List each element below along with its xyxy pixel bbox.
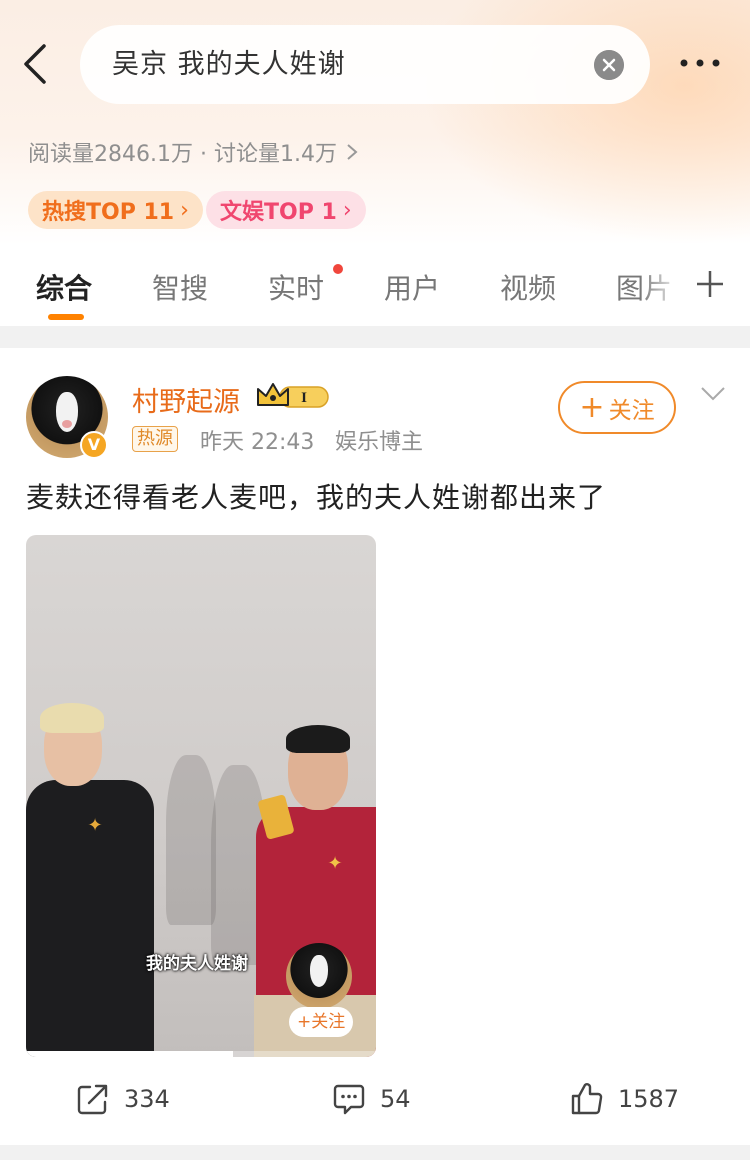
person-right-hair <box>286 725 350 753</box>
video-avatar[interactable] <box>286 943 352 1009</box>
chevron-right-icon <box>347 144 358 160</box>
more-icon[interactable] <box>676 48 724 78</box>
follow-button[interactable]: + 关注 <box>558 381 676 434</box>
tab-video[interactable]: 视频 <box>500 267 556 307</box>
tab-fade-overlay <box>640 258 700 318</box>
comment-icon <box>333 1084 365 1115</box>
wall-shadow <box>166 755 216 925</box>
verified-badge-icon: V <box>80 431 108 459</box>
post-text: 麦麸还得看老人麦吧，我的夫人姓谢都出来了 <box>26 481 607 514</box>
share-icon <box>77 1084 108 1115</box>
section-divider <box>0 326 750 348</box>
crown-icon[interactable]: I <box>256 381 332 411</box>
entertainment-rank-badge[interactable]: 文娱TOP 1 › <box>206 191 366 229</box>
stats-text: 阅读量2846.1万 · 讨论量1.4万 <box>28 142 337 167</box>
comment-button[interactable]: 54 <box>332 1082 411 1116</box>
entertainment-rank-arrow: › <box>342 197 352 223</box>
plus-icon[interactable] <box>694 268 726 300</box>
like-button[interactable]: 1587 <box>570 1082 679 1116</box>
video-progress-fill <box>26 1051 233 1057</box>
repost-count: 334 <box>124 1085 170 1113</box>
user-name[interactable]: 村野起源 <box>132 380 240 419</box>
repost-button[interactable]: 334 <box>76 1082 170 1116</box>
tab-bar: 综合 智搜 实时 用户 视频 图片 <box>0 255 750 325</box>
comment-count: 54 <box>380 1085 411 1113</box>
hot-search-rank-label: 热搜TOP 11 <box>42 200 175 225</box>
topic-stats[interactable]: 阅读量2846.1万 · 讨论量1.4万 <box>28 136 359 168</box>
hot-source-tag: 热源 <box>132 426 178 452</box>
shirt-logo: ✦ <box>327 853 343 874</box>
video-follow-button[interactable]: +关注 <box>289 1007 354 1037</box>
follow-plus-icon: + <box>579 389 605 425</box>
user-role: 娱乐博主 <box>335 430 424 455</box>
back-arrow-icon[interactable] <box>18 42 58 86</box>
video-caption: 我的夫人姓谢 <box>146 954 248 974</box>
tab-smart-search[interactable]: 智搜 <box>152 267 208 307</box>
like-count: 1587 <box>618 1085 680 1113</box>
level-badge-text: I <box>301 390 307 406</box>
like-icon <box>571 1083 603 1115</box>
hot-search-rank-badge[interactable]: 热搜TOP 11 › <box>28 191 203 229</box>
hot-search-rank-arrow: › <box>180 197 189 223</box>
post-time: 昨天 22:43 <box>200 430 315 455</box>
chevron-down-icon[interactable] <box>698 384 728 404</box>
shirt-logo: ✦ <box>87 815 103 836</box>
footer-divider <box>0 1145 750 1160</box>
active-tab-indicator <box>48 314 84 320</box>
video-progress-bar[interactable] <box>26 1051 376 1057</box>
clear-icon[interactable] <box>594 50 624 80</box>
tab-comprehensive[interactable]: 综合 <box>36 267 92 307</box>
search-query-text: 吴京 我的夫人姓谢 <box>112 49 346 80</box>
search-input[interactable]: 吴京 我的夫人姓谢 <box>80 25 650 104</box>
realtime-new-dot <box>333 264 343 274</box>
person-left-hair <box>40 703 104 733</box>
video-player[interactable]: ✦ ✦ 我的夫人姓谢 +关注 <box>26 535 376 1057</box>
entertainment-rank-label: 文娱TOP 1 <box>220 200 337 225</box>
follow-label: 关注 <box>608 397 655 424</box>
tab-realtime[interactable]: 实时 <box>268 267 324 307</box>
tab-users[interactable]: 用户 <box>384 267 440 307</box>
